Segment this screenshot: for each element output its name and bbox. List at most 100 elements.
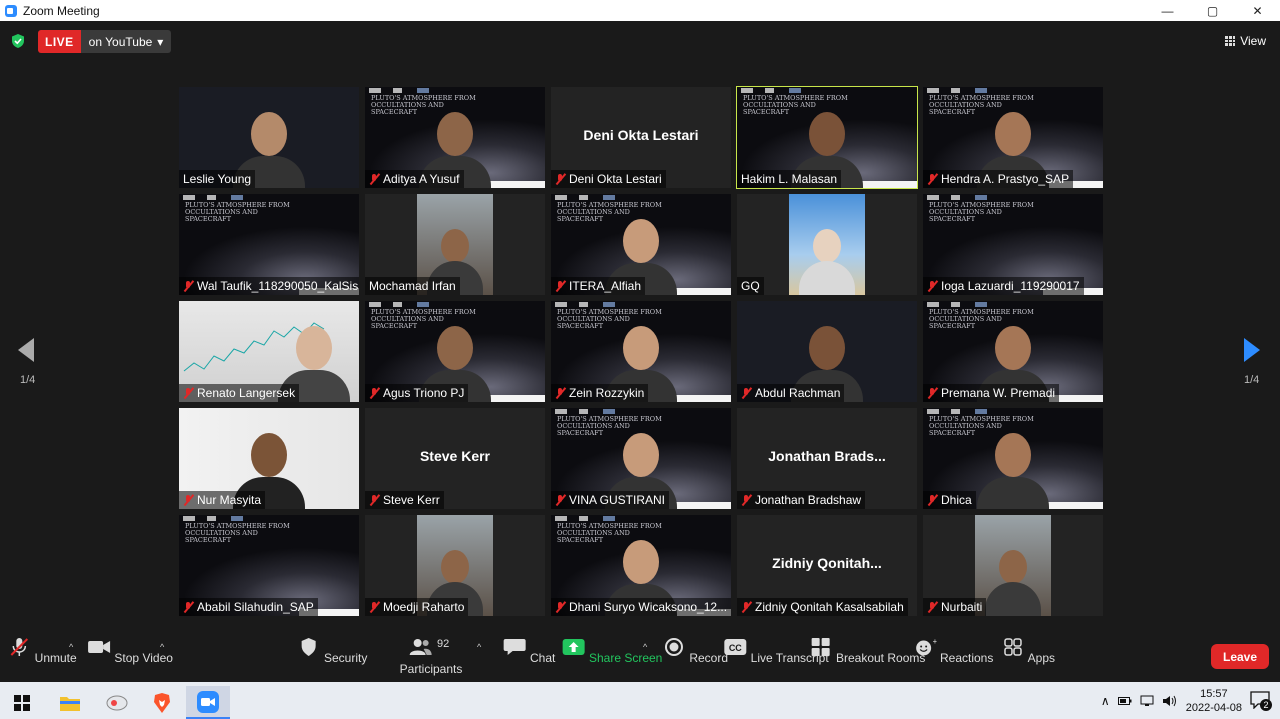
participant-tile[interactable]: PLUTO'S ATMOSPHERE FROM OCCULTATIONS AND… [365,87,545,188]
breakout-rooms-button[interactable]: Breakout Rooms [809,638,925,665]
leave-button[interactable]: Leave [1211,644,1269,669]
participant-name: Leslie Young [183,172,252,186]
participant-name: Steve Kerr [383,493,440,507]
microphone-muted-icon [183,387,193,399]
chat-bubble-icon [503,639,526,655]
participant-tile[interactable]: Jonathan Brads... Jonathan Bradshaw [737,408,917,509]
video-options-caret-icon[interactable]: ^ [160,642,164,652]
participant-display-name: Zidniy Qonitah... [772,555,882,571]
participant-tile[interactable]: PLUTO'S ATMOSPHERE FROM OCCULTATIONS AND… [551,408,731,509]
apps-label: Apps [1027,651,1056,665]
reactions-button[interactable]: + Reactions [913,637,993,665]
page-indicator-right: 1/4 [1244,374,1260,386]
participant-name: Jonathan Bradshaw [755,493,862,507]
participant-name: Hendra A. Prastyo_SAP [941,172,1070,186]
participant-display-name: Steve Kerr [419,448,491,464]
file-explorer-icon[interactable] [48,686,92,719]
security-button[interactable]: Security [297,638,367,665]
taskbar-date: 2022-04-08 [1185,701,1242,714]
encryption-shield-icon[interactable] [11,34,25,48]
stream-label: on YouTube [88,34,153,49]
svg-text:+: + [933,638,937,646]
taskbar-clock[interactable]: 15:57 2022-04-08 [1186,687,1242,715]
participant-tile[interactable]: Leslie Young [179,87,359,188]
slide-title: PLUTO'S ATMOSPHERE FROM OCCULTATIONS AND… [185,522,290,544]
live-stream-indicator[interactable]: LIVE on YouTube ▾ [38,30,172,53]
participant-tile[interactable]: PLUTO'S ATMOSPHERE FROM OCCULTATIONS AND… [923,194,1103,295]
view-label: View [1240,34,1266,48]
participant-name-bar: Dhani Suryo Wicaksono_12... [551,598,731,616]
brave-browser-icon[interactable] [140,686,184,719]
participant-tile[interactable]: PLUTO'S ATMOSPHERE FROM OCCULTATIONS AND… [736,86,918,189]
participant-tile[interactable]: PLUTO'S ATMOSPHERE FROM OCCULTATIONS AND… [179,194,359,295]
window-controls: — ▢ ✕ [1145,0,1280,21]
chevron-down-icon: ▾ [157,34,164,49]
participant-tile[interactable]: PLUTO'S ATMOSPHERE FROM OCCULTATIONS AND… [551,301,731,402]
participant-tile[interactable]: PLUTO'S ATMOSPHERE FROM OCCULTATIONS AND… [551,515,731,616]
participant-name: Aditya A Yusuf [383,172,460,186]
participant-tile[interactable]: Moedji Raharto [365,515,545,616]
participants-caret-icon[interactable]: ^ [477,642,481,652]
participant-name-bar: Zidniy Qonitah Kasalsabilah [737,598,908,616]
microphone-muted-icon [741,494,751,506]
participant-tile[interactable]: PLUTO'S ATMOSPHERE FROM OCCULTATIONS AND… [551,194,731,295]
next-page-arrow-icon[interactable] [1244,338,1260,362]
participant-name-bar: Mochamad Irfan [365,277,460,295]
restore-button[interactable]: ▢ [1190,0,1235,21]
participant-name: Hakim L. Malasan [741,172,838,186]
snipping-tool-icon[interactable] [95,686,139,719]
chevron-up-icon[interactable]: ∧ [1101,694,1110,708]
unmute-button[interactable]: Unmute [7,638,77,665]
participant-tile[interactable]: PLUTO'S ATMOSPHERE FROM OCCULTATIONS AND… [923,301,1103,402]
participant-tile[interactable]: Zidniy Qonitah... Zidniy Qonitah Kasalsab… [737,515,917,616]
minimize-button[interactable]: — [1145,0,1190,21]
battery-icon[interactable] [1117,696,1132,706]
share-options-caret-icon[interactable]: ^ [643,642,647,652]
audio-options-caret-icon[interactable]: ^ [69,642,73,652]
windows-taskbar: ∧ 15:57 2022-04-08 2 [0,682,1280,719]
participant-display-name: Jonathan Brads... [768,448,886,464]
participant-name: Wal Taufik_118290050_KalSis [197,279,359,293]
chat-button[interactable]: Chat [503,638,555,665]
share-screen-label: Share Screen [588,651,663,665]
network-icon[interactable] [1140,695,1154,707]
participant-tile[interactable]: Nur Masyita [179,408,359,509]
apps-button[interactable]: Apps [1001,638,1055,665]
participant-tile[interactable]: Nurbaiti [923,515,1103,616]
participant-name: Renato Langersek [197,386,296,400]
microphone-muted-icon [741,601,751,613]
notification-center-icon[interactable]: 2 [1250,690,1272,711]
participant-name-bar: Zein Rozzykin [551,384,649,402]
participant-tile[interactable]: PLUTO'S ATMOSPHERE FROM OCCULTATIONS AND… [365,301,545,402]
previous-page-arrow-icon[interactable] [18,338,34,362]
microphone-muted-icon [555,601,565,613]
participants-count: 92 [436,638,450,650]
view-button[interactable]: View [1225,34,1266,48]
volume-icon[interactable] [1162,695,1178,707]
participant-tile[interactable]: PLUTO'S ATMOSPHERE FROM OCCULTATIONS AND… [923,87,1103,188]
participant-tile[interactable]: Steve Kerr Steve Kerr [365,408,545,509]
participant-name-bar: GQ [737,277,764,295]
participant-tile[interactable]: GQ [737,194,917,295]
share-screen-button[interactable]: Share Screen [562,638,663,665]
record-label: Record [689,651,729,665]
participant-tile[interactable]: Abdul Rachman [737,301,917,402]
participant-tile[interactable]: PLUTO'S ATMOSPHERE FROM OCCULTATIONS AND… [179,515,359,616]
microphone-muted-icon [369,173,379,185]
record-button[interactable]: Record [662,638,728,665]
participant-name-bar: Aditya A Yusuf [365,170,464,188]
participant-name: Mochamad Irfan [369,279,456,293]
windows-start-icon[interactable] [0,686,44,719]
participants-button[interactable]: 92 Participants [400,638,463,676]
close-button[interactable]: ✕ [1235,0,1280,21]
participant-tile[interactable]: Deni Okta Lestari Deni Okta Lestari [551,87,731,188]
page-indicator-left: 1/4 [20,374,36,386]
participant-name-bar: Leslie Young [179,170,256,188]
participant-tile[interactable]: Mochamad Irfan [365,194,545,295]
participant-video [973,425,1053,509]
participant-tile[interactable]: PLUTO'S ATMOSPHERE FROM OCCULTATIONS AND… [923,408,1103,509]
participant-tile[interactable]: Renato Langersek [179,301,359,402]
stream-dropdown[interactable]: on YouTube ▾ [80,30,172,53]
zoom-taskbar-icon[interactable] [186,686,230,719]
microphone-muted-icon [183,280,193,292]
